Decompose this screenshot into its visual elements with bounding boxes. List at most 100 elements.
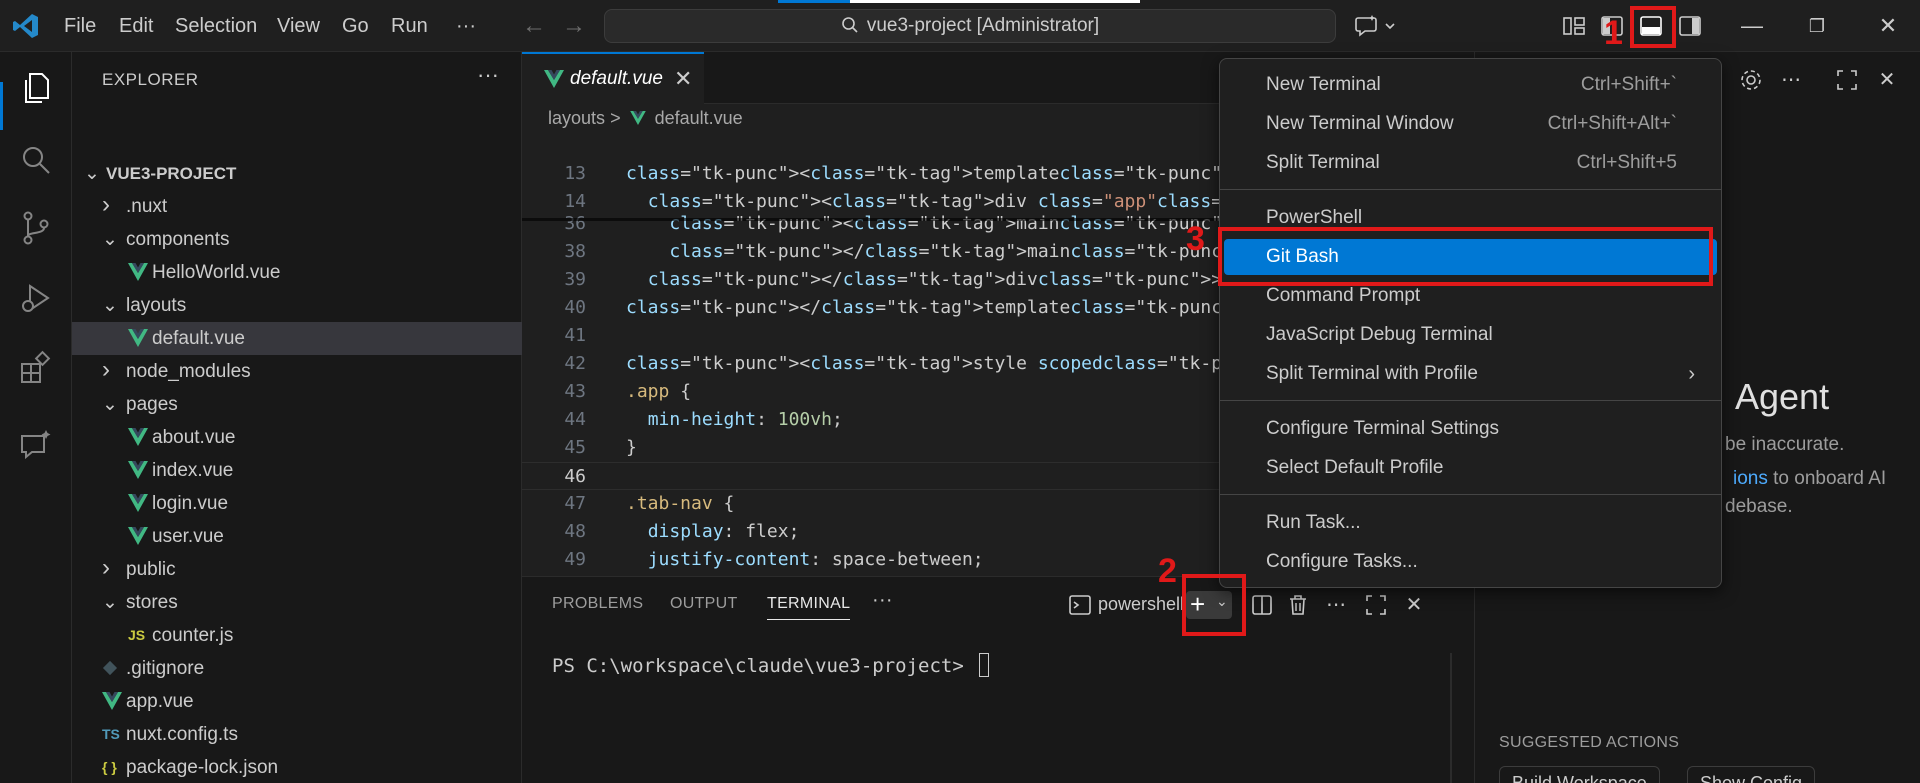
file-item[interactable]: JS counter.js	[72, 619, 522, 652]
close-window-icon[interactable]: ✕	[1870, 10, 1906, 42]
folder-item[interactable]: › .nuxt	[72, 190, 522, 223]
annotation-box-git-bash	[1218, 227, 1713, 286]
suggested-action-chip[interactable]: Build Workspace	[1499, 766, 1660, 783]
line-number: 38	[564, 241, 586, 262]
menu-item-label: New Terminal Window	[1266, 113, 1454, 134]
menu-go[interactable]: Go	[342, 0, 369, 52]
menu-item-run-task[interactable]: Run Task...	[1224, 505, 1717, 541]
menu-view[interactable]: View	[277, 0, 320, 52]
settings-gear-icon[interactable]	[1737, 66, 1765, 94]
tab-problems[interactable]: PROBLEMS	[552, 595, 643, 613]
breadcrumb-folder[interactable]: layouts	[548, 108, 605, 128]
annotation-box-new-terminal	[1182, 574, 1246, 636]
tab-terminal[interactable]: TERMINAL	[767, 595, 851, 620]
terminal-output[interactable]: PS C:\workspace\claude\vue3-project>	[552, 653, 990, 677]
file-item[interactable]: TS nuxt.config.ts	[72, 718, 522, 751]
maximize-chat-icon[interactable]	[1833, 66, 1861, 94]
vue-file-icon	[128, 487, 148, 520]
toggle-secondary-sidebar-icon[interactable]	[1676, 12, 1704, 40]
close-chat-icon[interactable]: ✕	[1873, 66, 1901, 94]
line-number: 42	[564, 353, 586, 374]
git-file-icon	[102, 652, 118, 685]
menu-more[interactable]: ···	[456, 0, 476, 52]
search-icon[interactable]	[18, 142, 54, 178]
file-item[interactable]: app.vue	[72, 685, 522, 718]
tree-item-label: default.vue	[152, 328, 245, 349]
split-terminal-icon[interactable]	[1248, 591, 1276, 619]
chevron-down-icon: ⌄	[102, 394, 118, 415]
tab-close-icon[interactable]: ✕	[674, 66, 692, 92]
explorer-more-button[interactable]: ···	[477, 62, 499, 88]
folder-item[interactable]: › public	[72, 553, 522, 586]
breadcrumb-file[interactable]: default.vue	[655, 108, 743, 128]
chat-icon[interactable]	[18, 428, 54, 464]
panel-actions-more-icon[interactable]: ⋯	[1322, 591, 1350, 619]
menu-item-javascript-debug-terminal[interactable]: JavaScript Debug Terminal	[1224, 317, 1717, 353]
file-item[interactable]: user.vue	[72, 520, 522, 553]
suggested-action-chip[interactable]: Show Config	[1687, 766, 1816, 783]
code-text: .tab-nav {	[626, 493, 735, 514]
menu-item-configure-tasks[interactable]: Configure Tasks...	[1224, 544, 1717, 580]
folder-item[interactable]: ⌄ layouts	[72, 289, 522, 322]
tab-default-vue[interactable]: default.vue ✕	[522, 52, 704, 104]
line-number: 48	[564, 521, 586, 542]
extensions-icon[interactable]	[18, 350, 54, 386]
file-item[interactable]: HelloWorld.vue	[72, 256, 522, 289]
file-item[interactable]: index.vue	[72, 454, 522, 487]
command-center[interactable]: vue3-project [Administrator]	[604, 9, 1336, 43]
explorer-icon[interactable]	[18, 70, 54, 106]
chat-codebase-text: debase.	[1725, 496, 1793, 517]
menu-item-split-terminal-with-profile[interactable]: Split Terminal with Profile ›	[1224, 356, 1717, 392]
file-item[interactable]: login.vue	[72, 487, 522, 520]
chat-instructions-link[interactable]: ions	[1733, 468, 1768, 489]
annotation-number: 2	[1158, 552, 1177, 590]
tree-item-label: user.vue	[152, 526, 224, 547]
menu-selection[interactable]: Selection	[175, 0, 257, 52]
chat-onboard-rest: to onboard AI	[1767, 468, 1887, 489]
trash-icon[interactable]	[1284, 591, 1312, 619]
line-number: 13	[564, 163, 586, 184]
menu-item-configure-terminal-settings[interactable]: Configure Terminal Settings	[1224, 411, 1717, 447]
menu-item-label: Select Default Profile	[1266, 457, 1444, 478]
close-panel-icon[interactable]: ✕	[1400, 591, 1428, 619]
tab-output[interactable]: OUTPUT	[670, 595, 738, 613]
copilot-chat-icon[interactable]	[1354, 12, 1398, 40]
menu-file[interactable]: File	[64, 0, 96, 52]
source-control-icon[interactable]	[18, 210, 54, 246]
menu-item-split-terminal[interactable]: Split Terminal Ctrl+Shift+5	[1224, 145, 1717, 181]
project-name: VUE3-PROJECT	[106, 164, 237, 183]
menu-run[interactable]: Run	[391, 0, 428, 52]
maximize-panel-icon[interactable]	[1362, 591, 1390, 619]
menu-item-shortcut: Ctrl+Shift+5	[1576, 152, 1677, 173]
terminal-scrollbar[interactable]	[1450, 653, 1452, 783]
minimize-icon[interactable]: —	[1734, 10, 1770, 42]
menu-item-label: Configure Terminal Settings	[1266, 418, 1500, 439]
menu-edit[interactable]: Edit	[119, 0, 153, 52]
run-debug-icon[interactable]	[18, 280, 54, 316]
customize-layout-icon[interactable]	[1560, 12, 1588, 40]
file-item[interactable]: .gitignore	[72, 652, 522, 685]
back-arrow-icon[interactable]: ←	[520, 12, 548, 40]
line-number: 43	[564, 381, 586, 402]
activity-bar	[0, 52, 72, 783]
restore-icon[interactable]: ❐	[1799, 10, 1835, 42]
vue-file-icon	[544, 70, 564, 88]
folder-item[interactable]: › node_modules	[72, 355, 522, 388]
tree-item-label: nuxt.config.ts	[126, 724, 238, 745]
line-number: 36	[564, 213, 586, 234]
file-item[interactable]: default.vue	[72, 322, 522, 355]
chat-more-icon[interactable]: ⋯	[1777, 66, 1805, 94]
panel-more-button[interactable]: ···	[872, 589, 893, 612]
menu-item-new-terminal-window[interactable]: New Terminal Window Ctrl+Shift+Alt+`	[1224, 106, 1717, 142]
shell-label[interactable]: powershell	[1098, 594, 1184, 615]
terminal-prompt: PS C:\workspace\claude\vue3-project>	[552, 655, 976, 677]
file-item[interactable]: about.vue	[72, 421, 522, 454]
folder-item[interactable]: ⌄ stores	[72, 586, 522, 619]
folder-item[interactable]: ⌄ pages	[72, 388, 522, 421]
menu-item-select-default-profile[interactable]: Select Default Profile	[1224, 450, 1717, 486]
forward-arrow-icon[interactable]: →	[560, 12, 588, 40]
file-item[interactable]: { } package-lock.json	[72, 751, 522, 783]
menu-item-new-terminal[interactable]: New Terminal Ctrl+Shift+`	[1224, 67, 1717, 103]
folder-item[interactable]: ⌄ components	[72, 223, 522, 256]
project-root[interactable]: ⌄ VUE3-PROJECT	[72, 157, 522, 190]
